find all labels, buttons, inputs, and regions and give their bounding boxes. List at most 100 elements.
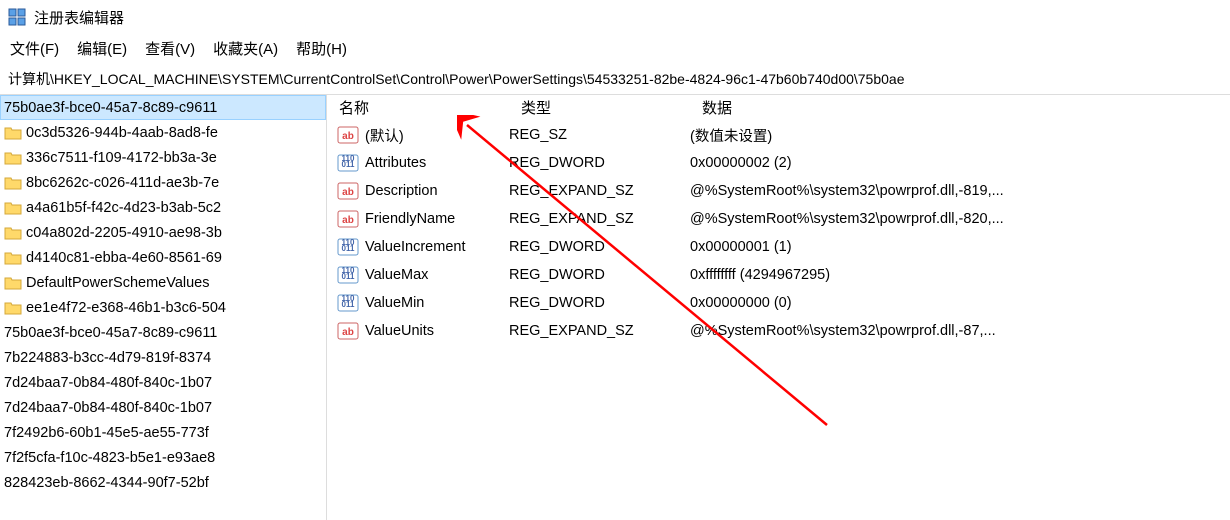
row-data: 0x00000001 (1) xyxy=(690,239,1230,255)
svg-text:ab: ab xyxy=(342,187,354,198)
row-type: REG_EXPAND_SZ xyxy=(509,323,690,339)
folder-icon xyxy=(4,126,22,140)
menu-view[interactable]: 查看(V) xyxy=(145,38,195,59)
row-data: @%SystemRoot%\system32\powrprof.dll,-87,… xyxy=(690,323,1230,339)
row-name: Attributes xyxy=(365,155,426,171)
row-data: 0xffffffff (4294967295) xyxy=(690,267,1230,283)
row-type: REG_EXPAND_SZ xyxy=(509,183,690,199)
folder-icon xyxy=(4,301,22,315)
row-type: REG_DWORD xyxy=(509,239,690,255)
tree-item-label: 336c7511-f109-4172-bb3a-3e xyxy=(26,150,217,166)
tree-item[interactable]: 75b0ae3f-bce0-45a7-8c89-c9611 xyxy=(0,95,326,120)
titlebar: 注册表编辑器 xyxy=(0,0,1230,34)
tree-item-label: 7b224883-b3cc-4d79-819f-8374 xyxy=(4,350,211,366)
col-header-type[interactable]: 类型 xyxy=(509,95,690,121)
tree-item-label: 75b0ae3f-bce0-45a7-8c89-c9611 xyxy=(4,325,217,341)
row-data: @%SystemRoot%\system32\powrprof.dll,-819… xyxy=(690,183,1230,199)
string-value-icon: ab xyxy=(337,209,359,229)
row-type: REG_DWORD xyxy=(509,295,690,311)
tree-item-label: 0c3d5326-944b-4aab-8ad8-fe xyxy=(26,125,218,141)
row-data: 0x00000000 (0) xyxy=(690,295,1230,311)
tree-item-label: DefaultPowerSchemeValues xyxy=(26,275,210,291)
tree-item-label: d4140c81-ebba-4e60-8561-69 xyxy=(26,250,222,266)
tree-item[interactable]: 7d24baa7-0b84-480f-840c-1b07 xyxy=(0,395,326,420)
tree-item[interactable]: d4140c81-ebba-4e60-8561-69 xyxy=(0,245,326,270)
row-name: FriendlyName xyxy=(365,211,455,227)
row-type: REG_DWORD xyxy=(509,267,690,283)
tree-item-label: 828423eb-8662-4344-90f7-52bf xyxy=(4,475,209,491)
list-row[interactable]: 011110 Attributes REG_DWORD0x00000002 (2) xyxy=(327,149,1230,177)
string-value-icon: ab xyxy=(337,181,359,201)
row-data: 0x00000002 (2) xyxy=(690,155,1230,171)
row-name-cell: ValueMin xyxy=(365,295,509,311)
folder-icon xyxy=(4,276,22,290)
binary-value-icon: 011110 xyxy=(337,293,359,313)
list-panel[interactable]: 名称 类型 数据 ab(默认)REG_SZ(数值未设置)011110Attrib… xyxy=(327,95,1230,520)
folder-icon xyxy=(4,176,22,190)
svg-text:ab: ab xyxy=(342,327,354,338)
tree-item-label: c04a802d-2205-4910-ae98-3b xyxy=(26,225,222,241)
row-type: REG_DWORD xyxy=(509,155,690,171)
row-name: (默认) xyxy=(365,129,404,145)
menu-help[interactable]: 帮助(H) xyxy=(296,38,347,59)
row-name-cell: Attributes xyxy=(365,155,509,171)
col-header-data[interactable]: 数据 xyxy=(690,95,1230,121)
row-type: REG_EXPAND_SZ xyxy=(509,211,690,227)
tree-item[interactable]: a4a61b5f-f42c-4d23-b3ab-5c2 xyxy=(0,195,326,220)
tree-item[interactable]: 7d24baa7-0b84-480f-840c-1b07 xyxy=(0,370,326,395)
tree-panel[interactable]: 75b0ae3f-bce0-45a7-8c89-c9611 0c3d5326-94… xyxy=(0,95,327,520)
tree-item[interactable]: 828423eb-8662-4344-90f7-52bf xyxy=(0,470,326,495)
svg-text:011110: 011110 xyxy=(342,266,355,281)
list-row[interactable]: 011110ValueIncrementREG_DWORD0x00000001 … xyxy=(327,233,1230,261)
svg-text:ab: ab xyxy=(342,131,354,142)
tree-item-label: 7f2f5cfa-f10c-4823-b5e1-e93ae8 xyxy=(4,450,215,466)
row-name-cell: ValueUnits xyxy=(365,323,509,339)
address-bar[interactable]: 计算机\HKEY_LOCAL_MACHINE\SYSTEM\CurrentCon… xyxy=(0,65,1230,95)
list-row[interactable]: ab ValueUnits REG_EXPAND_SZ@%SystemRoot%\s… xyxy=(327,317,1230,345)
list-row[interactable]: ab Description REG_EXPAND_SZ@%SystemRoot%\… xyxy=(327,177,1230,205)
row-name-cell: Description xyxy=(365,183,509,199)
row-name: ValueUnits xyxy=(365,323,434,339)
regedit-icon xyxy=(8,8,26,26)
tree-item[interactable]: 7f2f5cfa-f10c-4823-b5e1-e93ae8 xyxy=(0,445,326,470)
list-header: 名称 类型 数据 xyxy=(327,95,1230,121)
tree-item-label: 7f2492b6-60b1-45e5-ae55-773f xyxy=(4,425,209,441)
tree-item-label: 7d24baa7-0b84-480f-840c-1b07 xyxy=(4,400,212,416)
menu-edit[interactable]: 编辑(E) xyxy=(77,38,127,59)
list-row[interactable]: ab FriendlyName REG_EXPAND_SZ@%SystemRoot%… xyxy=(327,205,1230,233)
menu-favorites[interactable]: 收藏夹(A) xyxy=(213,38,278,59)
row-data: @%SystemRoot%\system32\powrprof.dll,-820… xyxy=(690,211,1230,227)
tree-item-label: ee1e4f72-e368-46b1-b3c6-504 xyxy=(26,300,226,316)
tree-item[interactable]: 75b0ae3f-bce0-45a7-8c89-c9611 xyxy=(0,320,326,345)
tree-item[interactable]: 8bc6262c-c026-411d-ae3b-7e xyxy=(0,170,326,195)
binary-value-icon: 011110 xyxy=(337,237,359,257)
window-title: 注册表编辑器 xyxy=(34,7,124,28)
folder-icon xyxy=(4,226,22,240)
tree-item[interactable]: c04a802d-2205-4910-ae98-3b xyxy=(0,220,326,245)
tree-item[interactable]: 7b224883-b3cc-4d79-819f-8374 xyxy=(0,345,326,370)
tree-item[interactable]: 0c3d5326-944b-4aab-8ad8-fe xyxy=(0,120,326,145)
tree-item[interactable]: 7f2492b6-60b1-45e5-ae55-773f xyxy=(0,420,326,445)
row-name: ValueMin xyxy=(365,295,424,311)
svg-text:011110: 011110 xyxy=(342,294,355,309)
folder-icon xyxy=(4,251,22,265)
svg-text:ab: ab xyxy=(342,215,354,226)
string-value-icon: ab xyxy=(337,321,359,341)
list-row[interactable]: ab(默认)REG_SZ(数值未设置) xyxy=(327,121,1230,149)
tree-item-label: 7d24baa7-0b84-480f-840c-1b07 xyxy=(4,375,212,391)
tree-item-label: 8bc6262c-c026-411d-ae3b-7e xyxy=(26,175,219,191)
col-header-name[interactable]: 名称 xyxy=(327,95,509,121)
row-name: ValueMax xyxy=(365,267,428,283)
tree-item[interactable]: 336c7511-f109-4172-bb3a-3e xyxy=(0,145,326,170)
svg-text:011110: 011110 xyxy=(342,154,355,169)
list-row[interactable]: 011110 ValueMax REG_DWORD0xffffffff (42949… xyxy=(327,261,1230,289)
row-name: Description xyxy=(365,183,438,199)
tree-item[interactable]: DefaultPowerSchemeValues xyxy=(0,270,326,295)
menu-file[interactable]: 文件(F) xyxy=(10,38,59,59)
row-name-cell: (默认) xyxy=(365,125,509,146)
tree-item[interactable]: ee1e4f72-e368-46b1-b3c6-504 xyxy=(0,295,326,320)
content-area: 75b0ae3f-bce0-45a7-8c89-c9611 0c3d5326-94… xyxy=(0,95,1230,520)
list-row[interactable]: 011110 ValueMin REG_DWORD0x00000000 (0) xyxy=(327,289,1230,317)
binary-value-icon: 011110 xyxy=(337,265,359,285)
folder-icon xyxy=(4,151,22,165)
